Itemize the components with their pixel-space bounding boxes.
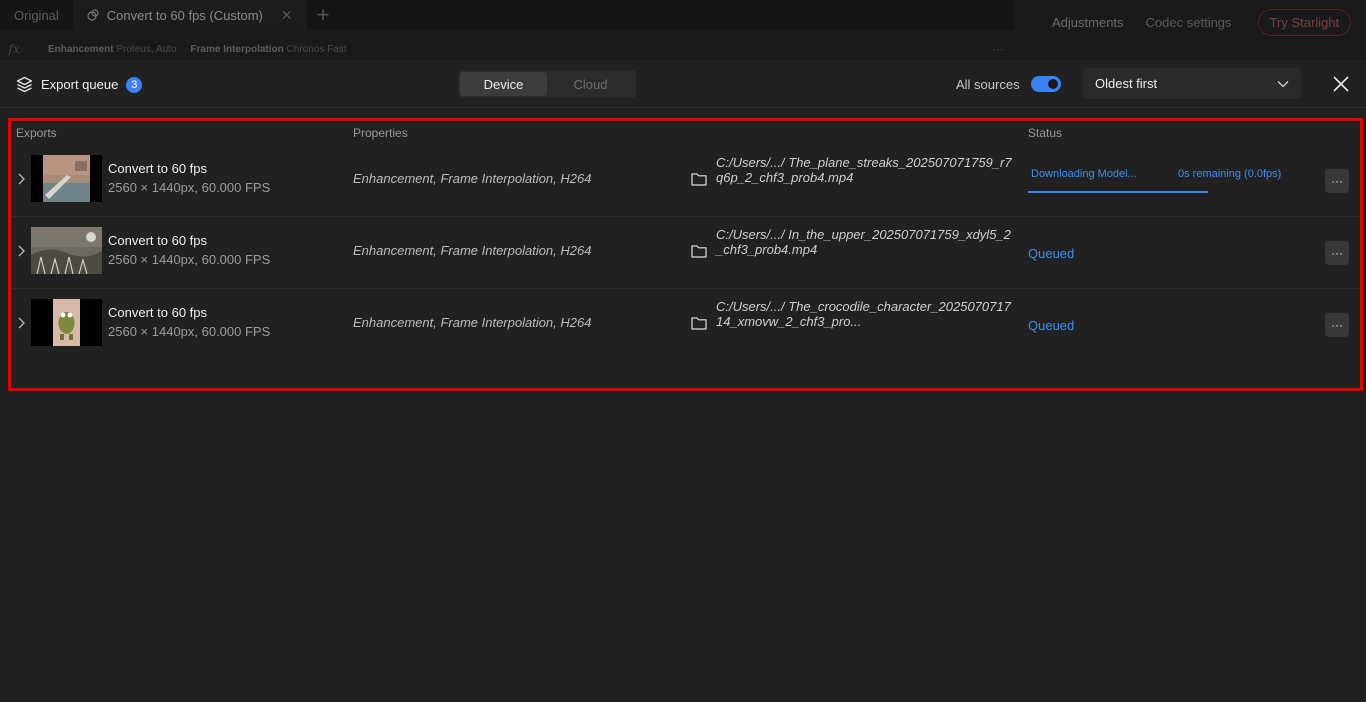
close-tab-icon[interactable]: ✕	[281, 7, 293, 24]
output-path[interactable]: C:/Users/.../ The_crocodile_character_20…	[716, 299, 1016, 329]
filter-breadcrumb: fx Enhancement Proteus, Auto Frame Inter…	[0, 38, 1014, 60]
status-text: Downloading Model...	[1031, 168, 1137, 180]
device-cloud-toggle: Device Cloud	[458, 70, 636, 98]
export-properties: Enhancement, Frame Interpolation, H264	[353, 243, 592, 258]
output-path[interactable]: C:/Users/.../ The_plane_streaks_20250707…	[716, 155, 1016, 185]
export-meta: 2560 × 1440px, 60.000 FPS	[108, 180, 271, 195]
more-options-button[interactable]: ···	[1325, 313, 1349, 337]
sort-value: Oldest first	[1095, 76, 1158, 91]
chevron-right-icon[interactable]	[16, 173, 26, 185]
folder-icon[interactable]	[691, 244, 707, 258]
video-thumbnail	[31, 155, 102, 202]
tab-label: Original	[14, 7, 59, 23]
tab-label: Convert to 60 fps (Custom)	[106, 7, 263, 23]
export-properties: Enhancement, Frame Interpolation, H264	[353, 315, 592, 330]
tab-bar: Original Convert to 60 fps (Custom) ✕ +	[0, 0, 1014, 30]
all-sources-label: All sources	[956, 77, 1020, 92]
export-queue-panel: Export queue 3 Device Cloud All sources …	[0, 60, 1366, 702]
preset-icon	[87, 9, 99, 21]
tab-adjustments[interactable]: Adjustments	[1052, 15, 1124, 30]
crumb-enhancement[interactable]: Enhancement Proteus, Auto	[48, 44, 176, 55]
status-text: Queued	[1028, 318, 1075, 333]
crumb-name: Enhancement	[48, 43, 114, 55]
panel-header: Export queue 3 Device Cloud All sources …	[0, 60, 1366, 108]
export-meta: 2560 × 1440px, 60.000 FPS	[108, 324, 271, 339]
output-path[interactable]: C:/Users/.../ In_the_upper_202507071759_…	[716, 227, 1016, 257]
queue-count-badge: 3	[126, 76, 143, 93]
column-header-exports: Exports	[16, 126, 57, 140]
crumb-value: Proteus, Auto	[116, 43, 177, 55]
all-sources-toggle[interactable]	[1031, 76, 1061, 92]
column-header-status: Status	[1028, 126, 1063, 140]
chevron-right-icon[interactable]	[16, 317, 26, 329]
chevron-down-icon	[1277, 80, 1289, 87]
export-title: Convert to 60 fps	[108, 305, 207, 320]
column-header-properties: Properties	[353, 126, 408, 140]
video-thumbnail	[31, 227, 102, 274]
export-title: Convert to 60 fps	[108, 161, 207, 176]
sort-dropdown[interactable]: Oldest first	[1083, 68, 1301, 99]
tab-original[interactable]: Original	[0, 0, 73, 30]
chevron-right-icon[interactable]	[16, 245, 26, 257]
export-title: Convert to 60 fps	[108, 233, 207, 248]
video-thumbnail	[31, 299, 102, 346]
export-row[interactable]: Convert to 60 fps 2560 × 1440px, 60.000 …	[12, 289, 1360, 361]
export-row[interactable]: Convert to 60 fps 2560 × 1440px, 60.000 …	[12, 145, 1360, 217]
export-meta: 2560 × 1440px, 60.000 FPS	[108, 252, 271, 267]
folder-icon[interactable]	[691, 172, 707, 186]
tab-codec-settings[interactable]: Codec settings	[1146, 15, 1232, 30]
crumb-frame-interpolation[interactable]: Frame Interpolation Chronos Fast	[190, 44, 346, 55]
folder-icon[interactable]	[691, 316, 707, 330]
segment-cloud[interactable]: Cloud	[547, 72, 634, 96]
status-text: Queued	[1028, 246, 1075, 261]
try-starlight-button[interactable]: Try Starlight	[1257, 8, 1352, 36]
tab-convert-60fps[interactable]: Convert to 60 fps (Custom) ✕	[72, 0, 307, 30]
segment-device[interactable]: Device	[460, 72, 547, 96]
export-properties: Enhancement, Frame Interpolation, H264	[353, 171, 592, 186]
crumb-name: Frame Interpolation	[190, 43, 284, 55]
panel-title: Export queue	[41, 77, 119, 92]
export-row[interactable]: Convert to 60 fps 2560 × 1440px, 60.000 …	[12, 217, 1360, 289]
more-options-button[interactable]: ···	[1325, 241, 1349, 265]
more-icon[interactable]: ···	[992, 42, 1004, 56]
right-panel-tabs: Adjustments Codec settings Try Starlight	[1014, 0, 1366, 44]
add-tab-icon[interactable]: +	[307, 0, 340, 30]
crumb-value: Chronos Fast	[286, 43, 347, 55]
fx-icon: fx	[8, 42, 20, 56]
time-remaining: 0s remaining (0.0fps)	[1178, 168, 1282, 180]
close-icon[interactable]	[1331, 74, 1351, 94]
progress-bar	[1028, 191, 1208, 193]
progress-fill	[1028, 191, 1208, 193]
more-options-button[interactable]: ···	[1325, 169, 1349, 193]
layers-icon	[16, 76, 33, 93]
panel-title-group: Export queue 3	[16, 76, 143, 93]
